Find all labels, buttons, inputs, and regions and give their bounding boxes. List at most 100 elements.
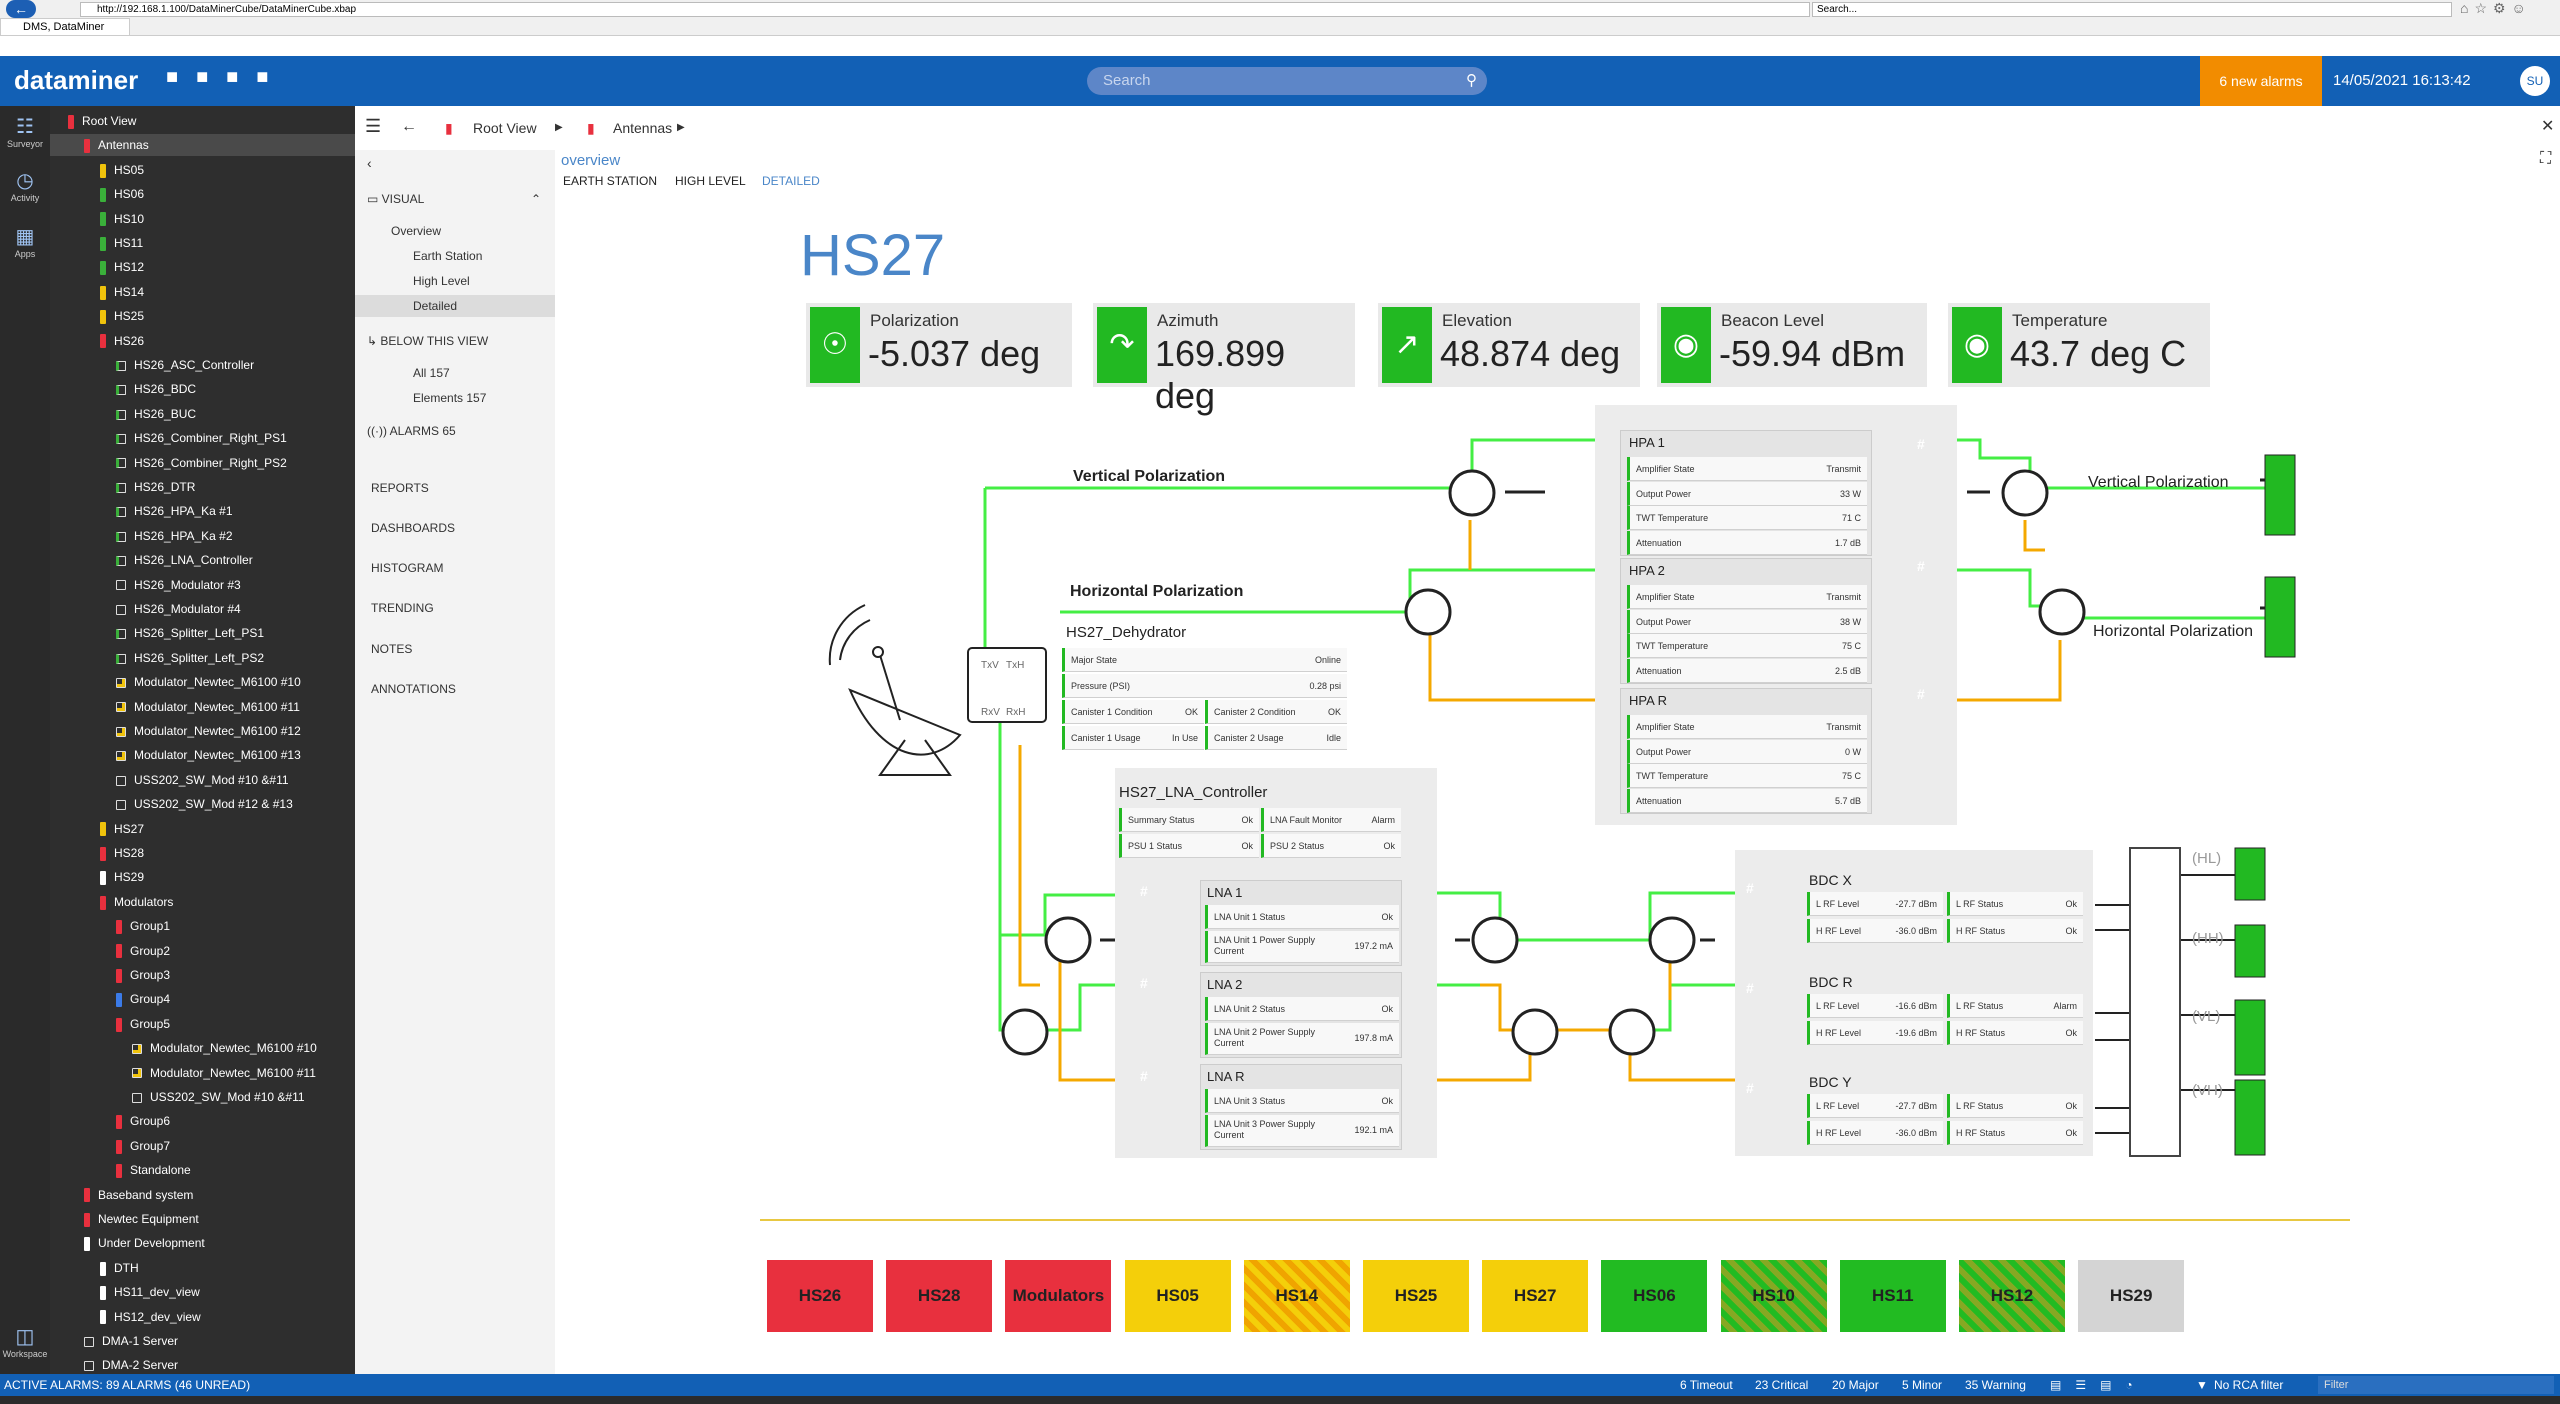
- hpa-param-row: Output Power 38 W: [1627, 609, 1867, 634]
- dehy-u2-row: Canister 2 Usage Idle: [1205, 726, 1347, 750]
- port-rxh: RxH: [1006, 707, 1026, 718]
- amplifier-icon[interactable]: #: [1746, 880, 1754, 896]
- output-label: (HL): [2192, 850, 2222, 867]
- timeout-count[interactable]: 6 Timeout: [1680, 1374, 1733, 1396]
- lna-psu1-row: PSU 1 Status Ok: [1119, 834, 1259, 858]
- amplifier-icon[interactable]: #: [1917, 436, 1925, 452]
- bdc-hrf-row: H RF Level -19.6 dBm: [1807, 1021, 1943, 1045]
- hpa-card[interactable]: HPA R Amplifier State Transmit Output Power…: [1620, 688, 1872, 814]
- hpa-name: HPA R: [1629, 693, 1668, 708]
- filter-input[interactable]: Filter: [2318, 1376, 2554, 1394]
- vertical-polarization-right-label: Vertical Polarization: [2088, 474, 2229, 491]
- hpa-name: HPA 1: [1629, 435, 1665, 450]
- hs-button[interactable]: HS27: [1482, 1260, 1589, 1332]
- hs-button[interactable]: HS14: [1243, 1260, 1350, 1332]
- dehydrator-panel[interactable]: HS27_Dehydrator Major State Online Pressu…: [1062, 622, 1352, 754]
- lna-name: LNA 2: [1207, 977, 1243, 992]
- bdc-lrf-row: L RF Level -27.7 dBm: [1807, 892, 1943, 916]
- bdc-name: BDC R: [1809, 974, 1853, 990]
- lna-name: LNA 1: [1207, 885, 1243, 900]
- dehy-c2-row: Canister 2 Condition OK: [1205, 700, 1347, 724]
- port-txv: TxV: [981, 660, 999, 671]
- lna-status-row: LNA Unit 2 Status Ok: [1205, 997, 1399, 1021]
- horizontal-polarization-label: Horizontal Polarization: [1070, 583, 1244, 600]
- dehy-c1-row: Canister 1 Condition OK: [1062, 700, 1204, 724]
- dehy-u1-row: Canister 1 Usage In Use: [1062, 726, 1204, 750]
- lna-card[interactable]: LNA R LNA Unit 3 Status Ok LNA Unit 3 Power…: [1200, 1064, 1402, 1150]
- hpa-param-row: Attenuation 1.7 dB: [1627, 530, 1867, 555]
- minor-count[interactable]: 5 Minor: [1902, 1374, 1942, 1396]
- hpa-param-row: TWT Temperature 75 C: [1627, 634, 1867, 658]
- taskbar-strip: [0, 1396, 2560, 1404]
- bdc-hs-row: H RF Status Ok: [1947, 919, 2083, 943]
- bdc-ls-row: L RF Status Ok: [1947, 1094, 2083, 1118]
- warning-count[interactable]: 35 Warning: [1965, 1374, 2026, 1396]
- hpa-param-row: Amplifier State Transmit: [1627, 715, 1867, 739]
- hpa-param-row: Amplifier State Transmit: [1627, 457, 1867, 481]
- dehy-pressure-row: Pressure (PSI) 0.28 psi: [1062, 674, 1347, 698]
- hs-button[interactable]: HS05: [1124, 1260, 1231, 1332]
- bdc-name: BDC X: [1809, 872, 1852, 888]
- major-count[interactable]: 20 Major: [1832, 1374, 1879, 1396]
- lna-card[interactable]: LNA 2 LNA Unit 2 Status Ok LNA Unit 2 Power…: [1200, 972, 1402, 1058]
- hs-button[interactable]: HS10: [1720, 1260, 1827, 1332]
- output-label: (HH): [2192, 930, 2224, 947]
- lna-psu2-row: PSU 2 Status Ok: [1261, 834, 1401, 858]
- hs-button[interactable]: HS28: [886, 1260, 993, 1332]
- amplifier-icon[interactable]: #: [1917, 686, 1925, 702]
- lna-card[interactable]: LNA 1 LNA Unit 1 Status Ok LNA Unit 1 Power…: [1200, 880, 1402, 966]
- amplifier-icon[interactable]: #: [1140, 975, 1148, 991]
- output-label: (VH): [2192, 1082, 2223, 1099]
- hs-button[interactable]: HS26: [767, 1260, 873, 1332]
- amplifier-icon[interactable]: #: [1140, 1068, 1148, 1084]
- funnel-icon[interactable]: ▼: [2196, 1374, 2208, 1396]
- hs-button[interactable]: HS29: [2078, 1260, 2185, 1332]
- bdc-ls-row: L RF Status Ok: [1947, 892, 2083, 916]
- amplifier-icon[interactable]: #: [1140, 883, 1148, 899]
- dehy-major-row: Major State Online: [1062, 648, 1347, 672]
- lna-fault-row: LNA Fault Monitor Alarm: [1261, 808, 1401, 832]
- rca-filter[interactable]: No RCA filter: [2214, 1374, 2283, 1396]
- bdc-card[interactable]: BDC R L RF Level -16.6 dBm L RF Status Alarm…: [1805, 972, 2090, 1048]
- status-toolbar-icons[interactable]: ▤☰▤◔: [2050, 1374, 2147, 1396]
- hpa-param-row: Output Power 33 W: [1627, 481, 1867, 506]
- critical-count[interactable]: 23 Critical: [1755, 1374, 1808, 1396]
- hs-button[interactable]: Modulators: [1005, 1260, 1112, 1332]
- lna-controller-title: HS27_LNA_Controller: [1119, 784, 1268, 801]
- dehydrator-title: HS27_Dehydrator: [1066, 624, 1187, 641]
- amplifier-icon[interactable]: #: [1746, 1080, 1754, 1096]
- hs-button[interactable]: HS06: [1601, 1260, 1708, 1332]
- hs-button[interactable]: HS25: [1363, 1260, 1469, 1332]
- bdc-card[interactable]: BDC XL RF Level -27.7 dBm L RF Status Ok H R…: [1805, 870, 2090, 946]
- bdc-card[interactable]: BDC Y L RF Level -27.7 dBm L RF Status Ok H R…: [1805, 1072, 2090, 1148]
- hpa-card[interactable]: HPA 1 Amplifier State Transmit Output Power…: [1620, 430, 1872, 556]
- vertical-polarization-label: Vertical Polarization: [1073, 468, 1226, 485]
- status-bar: ACTIVE ALARMS: 89 ALARMS (46 UNREAD) 6 T…: [0, 1374, 2560, 1396]
- hpa-card[interactable]: HPA 2 Amplifier State Transmit Output Power…: [1620, 558, 1872, 684]
- hpa-param-row: Attenuation 5.7 dB: [1627, 788, 1867, 813]
- output-label: (VL): [2192, 1008, 2221, 1025]
- lna-status-row: LNA Unit 3 Status Ok: [1205, 1089, 1399, 1113]
- hpa-param-row: TWT Temperature 75 C: [1627, 764, 1867, 788]
- port-rxv: RxV: [981, 707, 1000, 718]
- bdc-lrf-row: L RF Level -27.7 dBm: [1807, 1094, 1943, 1118]
- bdc-hs-row: H RF Status Ok: [1947, 1121, 2083, 1145]
- active-alarms[interactable]: ACTIVE ALARMS: 89 ALARMS (46 UNREAD): [4, 1374, 250, 1396]
- hs-button[interactable]: HS11: [1839, 1260, 1946, 1332]
- amplifier-icon[interactable]: #: [1746, 980, 1754, 996]
- lna-summary-row: Summary Status Ok: [1119, 808, 1259, 832]
- hpa-param-row: TWT Temperature 71 C: [1627, 506, 1867, 530]
- lna-name: LNA R: [1207, 1069, 1245, 1084]
- port-txh: TxH: [1006, 660, 1025, 671]
- bdc-hrf-row: H RF Level -36.0 dBm: [1807, 919, 1943, 943]
- lna-current-row: LNA Unit 3 Power Supply Current 192.1 mA: [1205, 1115, 1399, 1147]
- bdc-ls-row: L RF Status Alarm: [1947, 994, 2083, 1018]
- amplifier-icon[interactable]: #: [1917, 558, 1925, 574]
- bdc-lrf-row: L RF Level -16.6 dBm: [1807, 994, 1943, 1018]
- hpa-param-row: Attenuation 2.5 dB: [1627, 658, 1867, 683]
- hpa-param-row: Amplifier State Transmit: [1627, 585, 1867, 609]
- hs-button[interactable]: HS12: [1959, 1260, 2065, 1332]
- bdc-hs-row: H RF Status Ok: [1947, 1021, 2083, 1045]
- hpa-param-row: Output Power 0 W: [1627, 739, 1867, 764]
- bdc-name: BDC Y: [1809, 1074, 1852, 1090]
